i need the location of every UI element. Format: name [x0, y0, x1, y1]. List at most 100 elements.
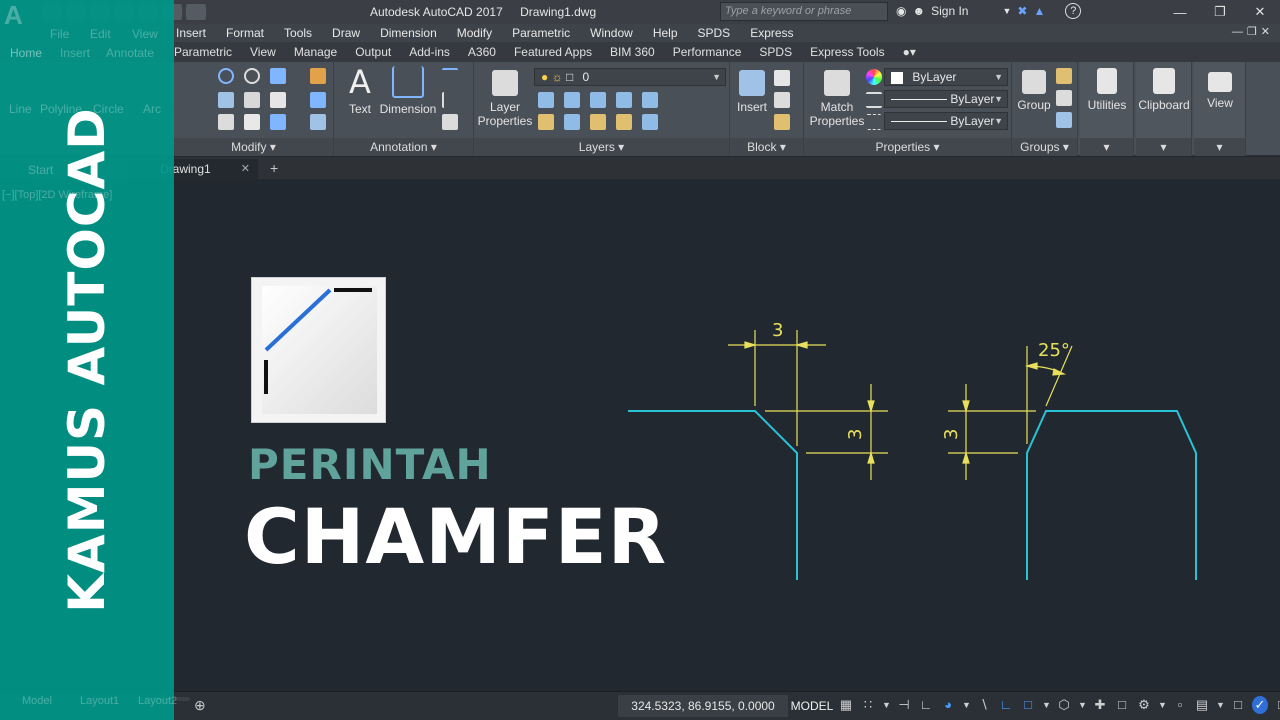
binoculars-icon[interactable]: ◉ — [896, 4, 906, 18]
isodraft-icon[interactable]: ∖ — [976, 696, 992, 714]
object-snap-icon[interactable]: □ — [1020, 696, 1036, 714]
tab-performance[interactable]: Performance — [664, 45, 751, 59]
linetype-dropdown[interactable]: ByLayer ▼ — [884, 90, 1008, 108]
tab-express-tools[interactable]: Express Tools — [801, 45, 893, 59]
view-button[interactable]: View — [1194, 66, 1246, 110]
menu-express[interactable]: Express — [740, 26, 803, 40]
group-select-icon[interactable] — [1056, 112, 1072, 128]
sign-in-area[interactable]: ◉ ☻ Sign In ▼ ✖ ▲ ? — [896, 3, 1082, 19]
restore-button[interactable]: ❐ — [1200, 0, 1240, 24]
menu-format[interactable]: Format — [216, 26, 274, 40]
clipboard-button[interactable]: Clipboard — [1136, 66, 1192, 112]
tab-view[interactable]: View — [241, 45, 285, 59]
minimize-button[interactable]: — — [1160, 0, 1200, 24]
rotate-icon[interactable] — [244, 68, 260, 84]
lock-ui-icon[interactable]: □ — [1230, 696, 1246, 714]
exchange-icon[interactable]: ✖ — [1017, 4, 1027, 18]
close-icon[interactable]: ✕ — [241, 162, 250, 175]
close-button[interactable]: ✕ — [1240, 0, 1280, 24]
quick-properties-icon[interactable]: ▫ — [1172, 696, 1188, 714]
layer-tool-5-icon[interactable] — [642, 92, 658, 108]
search-input[interactable]: Type a keyword or phrase — [720, 2, 888, 21]
tab-a360[interactable]: A360 — [459, 45, 505, 59]
ungroup-icon[interactable] — [1056, 68, 1072, 84]
tab-manage[interactable]: Manage — [285, 45, 346, 59]
snap-icon[interactable]: ∷ — [860, 696, 876, 714]
tab-featured-apps[interactable]: Featured Apps — [505, 45, 601, 59]
color-dropdown[interactable]: ByLayer ▼ — [884, 68, 1008, 86]
layer-dropdown[interactable]: ● ☼ □ 0 ▼ — [534, 68, 726, 86]
layer-tool-4-icon[interactable] — [616, 92, 632, 108]
new-tab-button[interactable]: + — [260, 159, 288, 179]
array-icon[interactable] — [270, 114, 286, 130]
layer-tool-8-icon[interactable] — [590, 114, 606, 130]
chevron-down-icon[interactable]: ▼ — [1042, 696, 1051, 714]
coordinate-readout[interactable]: 324.5323, 86.9155, 0.0000 — [618, 695, 788, 717]
grid-icon[interactable]: ▦ — [838, 696, 854, 714]
add-layout-button[interactable]: ⊕ — [194, 697, 206, 714]
layer-tool-9-icon[interactable] — [616, 114, 632, 130]
block-panel-label[interactable]: Block ▾ — [730, 138, 803, 156]
menu-draw[interactable]: Draw — [322, 26, 370, 40]
annotation-panel-label[interactable]: Annotation ▾ — [334, 138, 473, 156]
ortho-icon[interactable]: ∟ — [918, 696, 934, 714]
workspace-icon[interactable]: ▤ — [1194, 696, 1210, 714]
chevron-down-icon[interactable]: ▼ — [1078, 696, 1087, 714]
menu-dimension[interactable]: Dimension — [370, 26, 447, 40]
table-icon[interactable] — [442, 114, 458, 130]
sign-in-label[interactable]: Sign In — [931, 4, 968, 18]
tab-add-ins[interactable]: Add-ins — [400, 45, 459, 59]
layers-panel-label[interactable]: Layers ▾ — [474, 138, 729, 156]
a360-icon[interactable]: ▲ — [1033, 4, 1045, 18]
stretch-icon[interactable] — [218, 114, 234, 130]
dimension-button[interactable]: Dimension — [378, 66, 438, 116]
properties-panel-label[interactable]: Properties ▾ — [804, 138, 1011, 156]
scale-icon[interactable] — [244, 114, 260, 130]
erase-icon[interactable] — [310, 68, 326, 84]
tab-parametric[interactable]: Parametric — [165, 45, 241, 59]
layer-tool-2-icon[interactable] — [564, 92, 580, 108]
group-button[interactable]: Group — [1014, 66, 1054, 112]
offset-icon[interactable] — [310, 114, 326, 130]
linear-dim-icon[interactable] — [442, 68, 458, 84]
polar-tracking-icon[interactable]: ◕ — [940, 696, 956, 714]
gear-icon[interactable]: ⚙ — [1136, 696, 1152, 714]
ribbon-options-icon[interactable]: ●▾ — [894, 45, 925, 59]
chevron-down-icon[interactable]: ▼ — [1216, 696, 1225, 714]
selection-filter-icon[interactable]: □ — [1114, 696, 1130, 714]
utilities-expand[interactable]: ▾ — [1080, 138, 1133, 156]
menu-tools[interactable]: Tools — [274, 26, 322, 40]
chevron-down-icon[interactable]: ▼ — [1158, 696, 1167, 714]
lineweight-dropdown[interactable]: ByLayer ▼ — [884, 112, 1008, 130]
modify-panel-label[interactable]: Modify ▾ — [174, 138, 333, 156]
chevron-down-icon[interactable]: ▼ — [882, 696, 891, 714]
layer-tool-6-icon[interactable] — [538, 114, 554, 130]
mirror-icon[interactable] — [244, 92, 260, 108]
layer-tool-7-icon[interactable] — [564, 114, 580, 130]
menu-parametric[interactable]: Parametric — [502, 26, 580, 40]
3d-osnap-icon[interactable]: ⬡ — [1056, 696, 1072, 714]
fillet-icon[interactable] — [270, 92, 286, 108]
create-block-icon[interactable] — [774, 70, 790, 86]
text-button[interactable]: A Text — [340, 66, 380, 116]
tab-output[interactable]: Output — [346, 45, 400, 59]
group-edit-icon[interactable] — [1056, 90, 1072, 106]
explode-icon[interactable] — [310, 92, 326, 108]
osnap-tracking-icon[interactable]: ∟ — [998, 696, 1014, 714]
copy-icon[interactable] — [218, 92, 234, 108]
menu-spds[interactable]: SPDS — [688, 26, 741, 40]
model-space-toggle[interactable]: MODEL — [790, 695, 834, 717]
block-attributes-icon[interactable] — [774, 114, 790, 130]
layer-tool-3-icon[interactable] — [590, 92, 606, 108]
clipboard-expand[interactable]: ▾ — [1136, 138, 1191, 156]
trim-icon[interactable] — [270, 68, 286, 84]
groups-panel-label[interactable]: Groups ▾ — [1012, 138, 1077, 156]
layer-tool-1-icon[interactable] — [538, 92, 554, 108]
layer-properties-button[interactable]: Layer Properties — [476, 66, 534, 128]
edit-block-icon[interactable] — [774, 92, 790, 108]
chevron-down-icon[interactable]: ▼ — [1002, 6, 1011, 16]
menu-window[interactable]: Window — [580, 26, 643, 40]
dynamic-ucs-icon[interactable]: ✚ — [1092, 696, 1108, 714]
view-expand[interactable]: ▾ — [1194, 138, 1245, 156]
chevron-down-icon[interactable]: ▼ — [962, 696, 971, 714]
